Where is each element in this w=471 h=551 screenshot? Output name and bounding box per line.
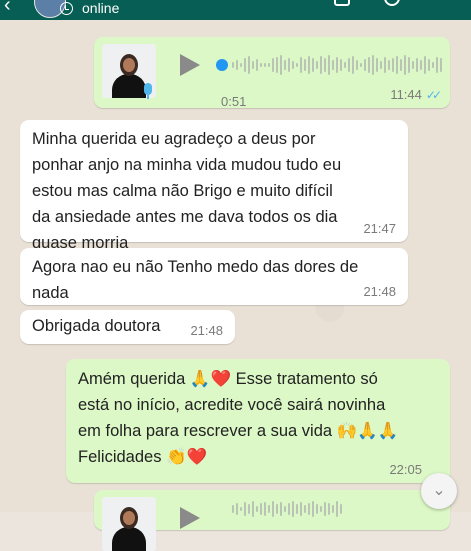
message-time: 21:47 — [363, 221, 396, 236]
chat-header: ‹ online — [0, 0, 471, 20]
message-text: Minha querida eu agradeço a deus por pon… — [32, 130, 342, 252]
status-icon — [60, 2, 73, 15]
voice-message-bubble[interactable] — [94, 490, 450, 551]
incoming-message[interactable]: Minha querida eu agradeço a deus por pon… — [20, 120, 408, 252]
play-icon[interactable] — [180, 507, 200, 529]
phone-call-icon[interactable] — [384, 0, 400, 6]
back-arrow-icon[interactable]: ‹ — [4, 0, 11, 17]
message-text: Agora nao eu não Tenho medo das dores de… — [32, 258, 359, 302]
clapping-hands-icon: 👏 — [166, 448, 187, 466]
red-heart-icon: ❤️ — [186, 448, 208, 466]
playback-scrubber[interactable] — [216, 59, 228, 71]
chevron-double-down-icon: ⌄ — [432, 482, 446, 499]
praying-hands-icon: 🙏 — [189, 370, 211, 388]
message-time: 11:44 ✓✓ — [390, 87, 442, 103]
message-time: 22:05 — [389, 462, 422, 477]
praying-hands-icon: 🙏 — [377, 422, 399, 440]
voice-duration: 0:51 — [221, 94, 247, 109]
play-icon[interactable] — [180, 54, 200, 76]
message-time: 21:48 — [190, 323, 223, 338]
video-call-icon[interactable] — [334, 0, 350, 6]
incoming-message[interactable]: Obrigada doutora 21:48 — [20, 310, 235, 344]
raising-hands-icon: 🙌 — [336, 422, 358, 440]
voice-waveform[interactable] — [232, 494, 342, 524]
voice-waveform[interactable] — [232, 50, 442, 80]
message-text: Amém querida 🙏❤️ Esse tratamento só está… — [78, 370, 399, 466]
praying-hands-icon: 🙏 — [357, 422, 378, 440]
microphone-icon — [144, 83, 152, 99]
message-time: 21:48 — [363, 284, 396, 299]
incoming-message[interactable]: Agora nao eu não Tenho medo das dores de… — [20, 248, 408, 305]
outgoing-message[interactable]: Amém querida 🙏❤️ Esse tratamento só está… — [66, 359, 450, 483]
sender-photo — [102, 497, 156, 551]
voice-message-bubble[interactable]: 0:51 11:44 ✓✓ — [94, 37, 450, 109]
scroll-to-bottom-button[interactable]: ⌄ — [421, 473, 457, 509]
double-check-icon: ✓✓ — [425, 88, 442, 102]
contact-status: online — [82, 0, 120, 16]
red-heart-icon: ❤️ — [210, 370, 231, 388]
